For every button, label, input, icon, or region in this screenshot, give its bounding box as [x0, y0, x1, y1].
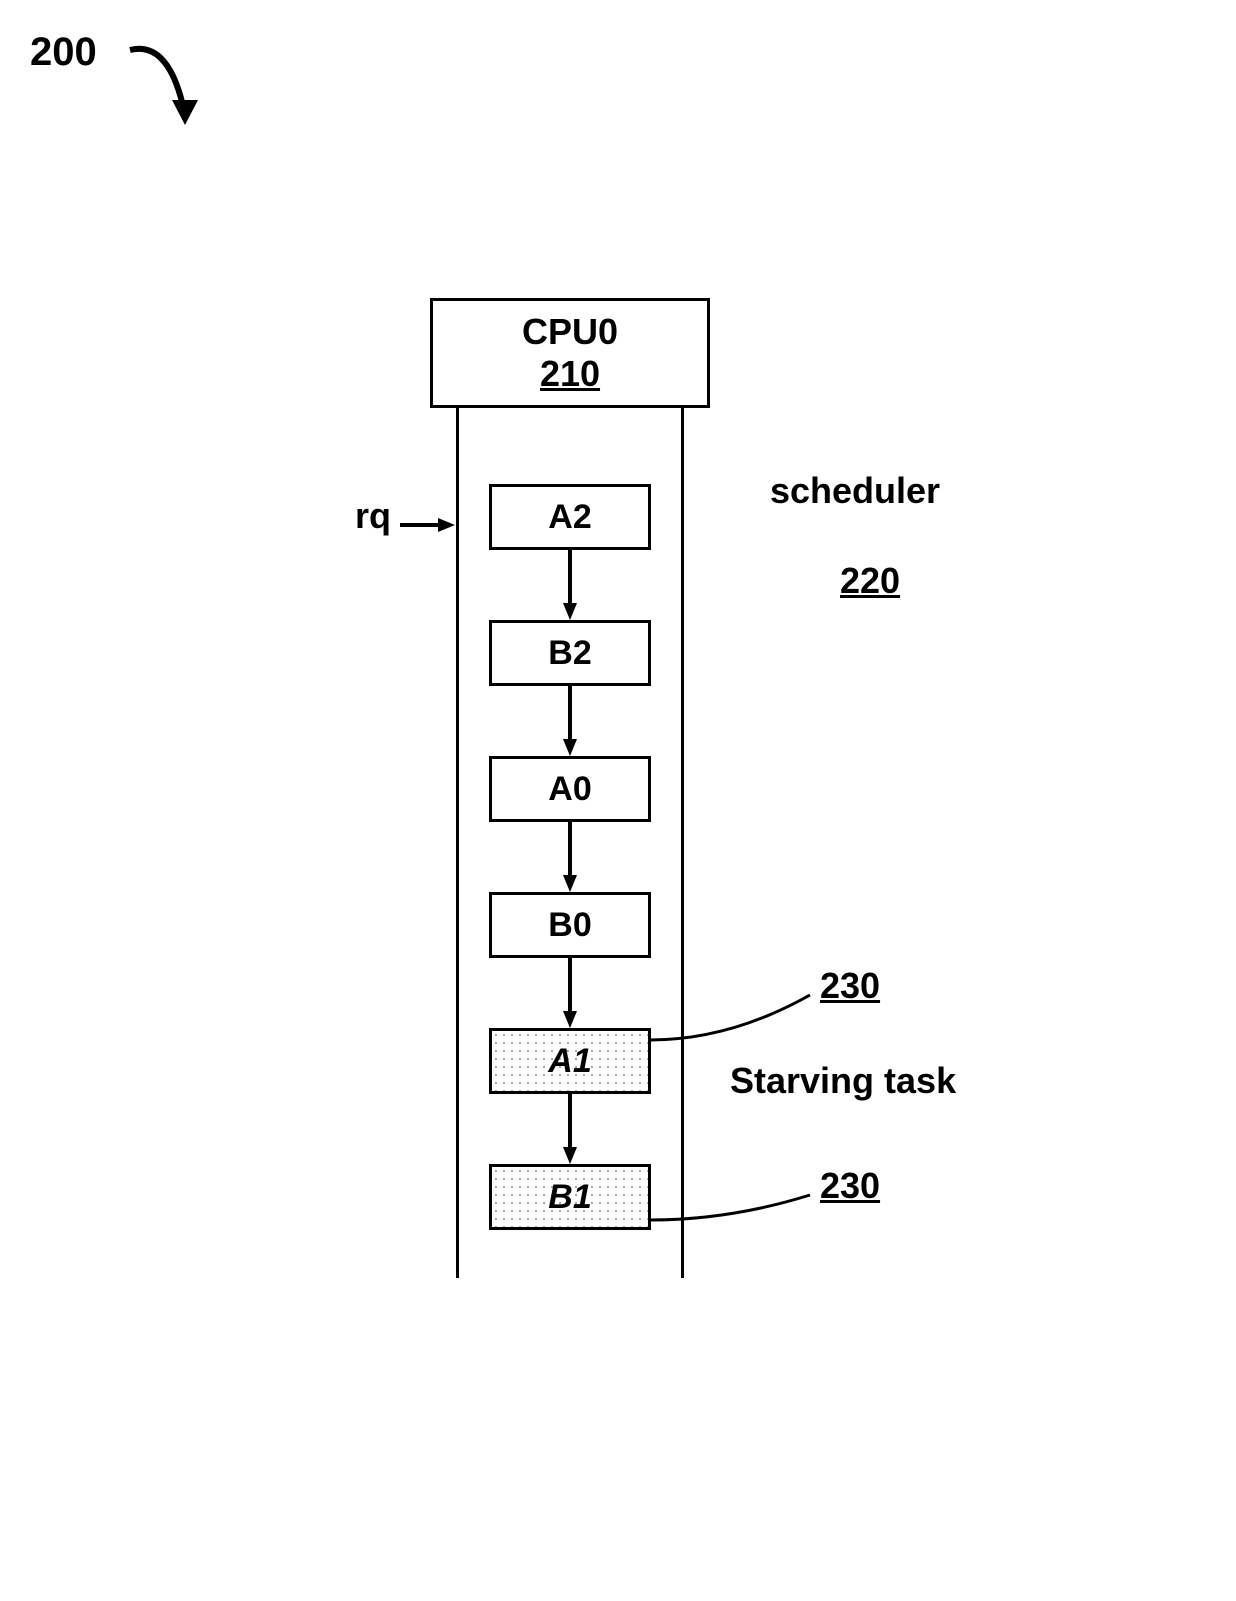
- task-b2: B2: [489, 620, 651, 686]
- arrow-down-icon: [560, 958, 580, 1032]
- ref-230-b: 230: [820, 1165, 880, 1207]
- arrow-down-icon: [560, 822, 580, 896]
- callout-line-icon: [650, 985, 820, 1045]
- cpu-title: CPU0: [522, 311, 618, 353]
- task-b1-starving: B1: [489, 1164, 651, 1230]
- task-b0: B0: [489, 892, 651, 958]
- figure-reference: 200: [30, 30, 97, 75]
- cpu-box: CPU0 210: [430, 298, 710, 408]
- arrow-down-icon: [560, 550, 580, 624]
- ref-230-a: 230: [820, 965, 880, 1007]
- scheduler-label: scheduler: [770, 470, 940, 512]
- task-a2: A2: [489, 484, 651, 550]
- starving-task-label: Starving task: [730, 1060, 956, 1102]
- cpu-ref: 210: [540, 353, 600, 395]
- figure-arrow-icon: [120, 30, 210, 140]
- task-a0: A0: [489, 756, 651, 822]
- rq-arrow-icon: [400, 515, 460, 535]
- task-a1-starving: A1: [489, 1028, 651, 1094]
- rq-label: rq: [355, 495, 391, 537]
- arrow-down-icon: [560, 1094, 580, 1168]
- scheduler-ref: 220: [840, 560, 900, 602]
- callout-line-icon: [650, 1185, 820, 1235]
- arrow-down-icon: [560, 686, 580, 760]
